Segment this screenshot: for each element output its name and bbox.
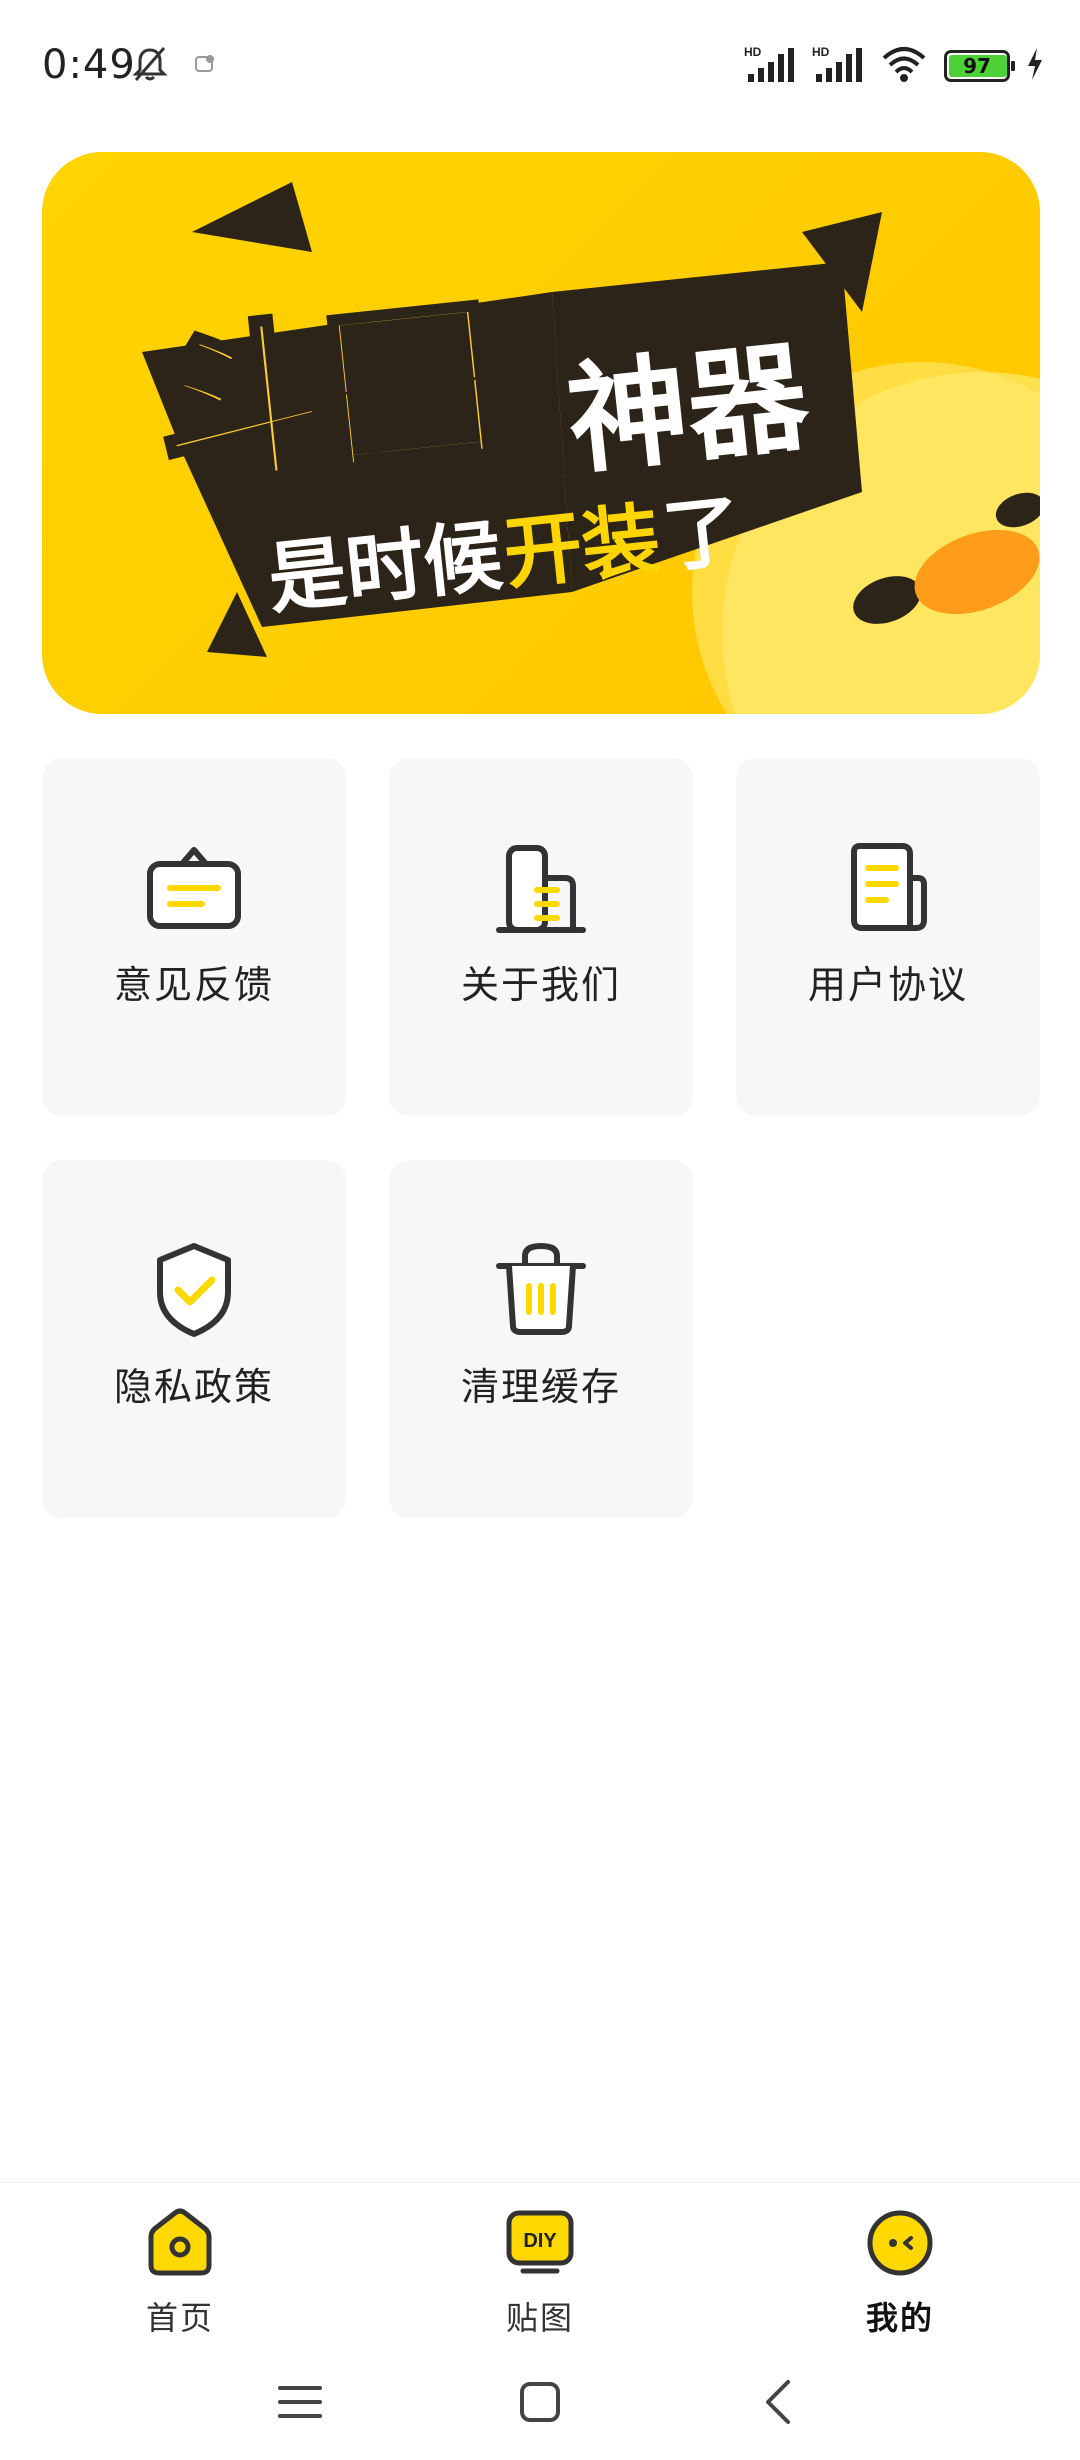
tab-label: 我的	[865, 2299, 934, 2337]
feedback-icon	[144, 838, 244, 938]
signal-icon-1: HD	[744, 44, 796, 88]
face-icon	[865, 2207, 935, 2277]
back-nav-icon[interactable]	[750, 2372, 810, 2432]
menu-item-about[interactable]: 关于我们	[389, 758, 693, 1116]
menu-nav-icon[interactable]	[270, 2372, 330, 2432]
bell-off-icon	[130, 44, 170, 88]
status-time: 0:49	[42, 42, 136, 88]
status-left-icons	[130, 44, 218, 88]
wifi-icon	[880, 44, 928, 88]
signal-label-1: HD	[744, 45, 762, 59]
tab-home[interactable]: 首页	[80, 2203, 280, 2337]
home-nav-icon[interactable]	[510, 2372, 570, 2432]
signal-label-2: HD	[812, 45, 830, 59]
banner-subtitle-part3: 了	[659, 486, 746, 584]
system-navigation-bar	[0, 2342, 1080, 2460]
charging-icon	[1026, 48, 1044, 84]
trash-icon	[491, 1240, 591, 1340]
menu-item-clear-cache[interactable]: 清理缓存	[389, 1160, 693, 1518]
menu-item-label: 隐私政策	[113, 1365, 274, 1409]
tab-stickers[interactable]: DIY 贴图	[440, 2203, 640, 2337]
shield-icon	[144, 1240, 244, 1340]
decor-shard-top	[192, 182, 312, 252]
document-icon	[838, 838, 938, 938]
tab-label: 首页	[145, 2299, 214, 2337]
menu-item-agreement[interactable]: 用户协议	[736, 758, 1040, 1116]
status-bar: 0:49 HD HD 97	[0, 0, 1080, 130]
tab-mine[interactable]: 我的	[800, 2203, 1000, 2337]
notification-icon	[192, 51, 218, 81]
menu-item-privacy[interactable]: 隐私政策	[42, 1160, 346, 1518]
banner-artwork: 斗图 神器 是时候 开装 了	[142, 182, 1040, 714]
menu-item-label: 清理缓存	[460, 1365, 621, 1409]
menu-item-label: 用户协议	[807, 963, 968, 1007]
tab-label: 贴图	[505, 2299, 574, 2337]
banner-title-part2: 神器	[561, 328, 815, 491]
promo-banner[interactable]: 斗图 神器 是时候 开装 了	[42, 152, 1040, 714]
battery-indicator: 97	[944, 50, 1015, 82]
diy-badge-text: DIY	[523, 2230, 557, 2252]
diy-icon: DIY	[505, 2207, 575, 2277]
battery-level: 97	[963, 54, 991, 78]
banner-subtitle-part2: 开装	[500, 495, 665, 601]
status-right-icons: HD HD 97	[744, 44, 1044, 88]
menu-item-feedback[interactable]: 意见反馈	[42, 758, 346, 1116]
menu-item-label: 意见反馈	[113, 963, 274, 1007]
banner-title-part1: 斗图	[147, 283, 506, 515]
bottom-tab-bar: 首页 DIY 贴图 我的	[0, 2182, 1080, 2342]
building-icon	[491, 838, 591, 938]
menu-item-label: 关于我们	[460, 963, 621, 1007]
signal-icon-2: HD	[812, 44, 864, 88]
home-icon	[145, 2207, 215, 2277]
